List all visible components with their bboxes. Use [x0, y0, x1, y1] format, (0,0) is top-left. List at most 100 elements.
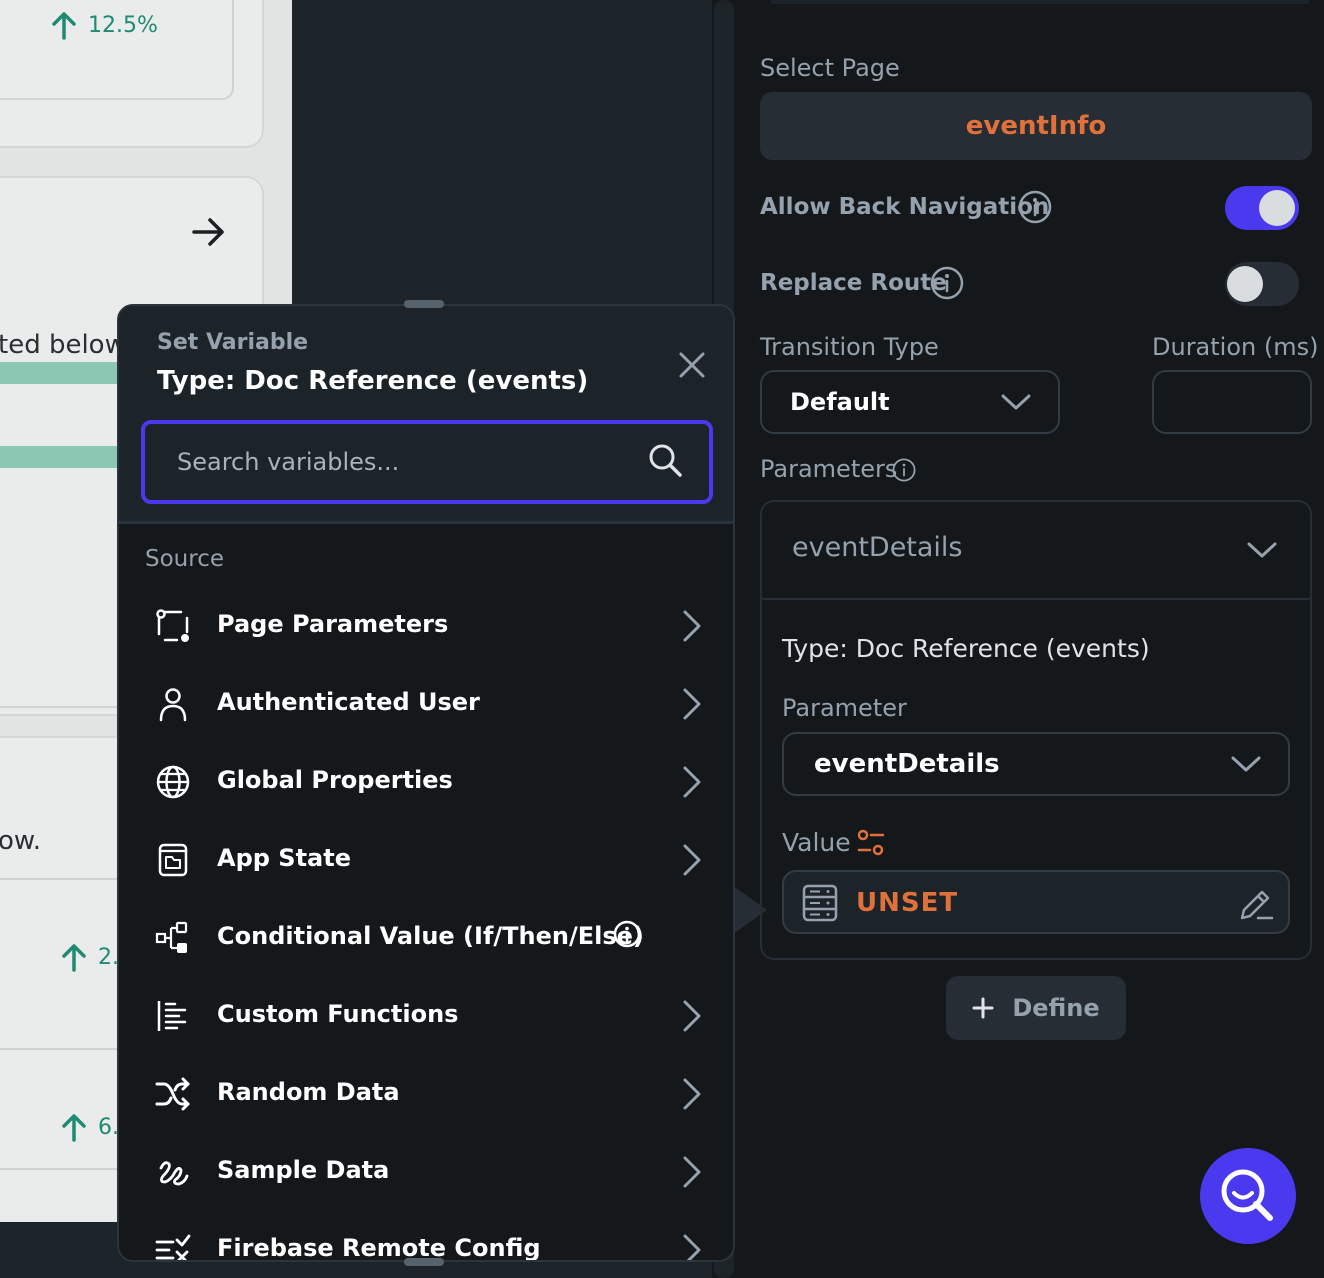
search-chat-icon [1221, 1169, 1273, 1221]
popup-drag-handle-bottom[interactable] [404, 1258, 444, 1266]
define-button-label: Define [1012, 994, 1100, 1022]
chevron-right-icon [683, 610, 701, 642]
parameter-type-text: Type: Doc Reference (events) [782, 634, 1150, 663]
search-box [141, 420, 713, 504]
parameter-dropdown[interactable]: eventDetails [782, 732, 1290, 796]
menu-item-label: Custom Functions [217, 1000, 459, 1028]
chevron-down-icon [1231, 756, 1261, 772]
page-parameters-icon [156, 609, 189, 642]
arrow-up-icon [62, 1114, 86, 1142]
menu-item-firebase-remote-config[interactable]: Firebase Remote Config [119, 1212, 733, 1262]
transition-type-dropdown[interactable]: Default [760, 370, 1060, 434]
menu-item-label: Authenticated User [217, 688, 480, 716]
globe-icon [156, 765, 190, 799]
search-input[interactable] [177, 444, 617, 480]
menu-item-authenticated-user[interactable]: Authenticated User [119, 666, 733, 744]
stat-increase: 6. [60, 1112, 119, 1142]
chevron-right-icon [683, 688, 701, 720]
menu-item-label: App State [217, 844, 351, 872]
menu-item-label: Conditional Value (If/Then/Else) [217, 922, 644, 950]
popup-drag-handle-top[interactable] [404, 300, 444, 308]
stat-value: 6. [98, 1114, 119, 1140]
popup-subtitle: Set Variable [157, 330, 309, 355]
allow-back-navigation-toggle[interactable] [1225, 186, 1299, 230]
menu-item-label: Random Data [217, 1078, 400, 1106]
info-icon[interactable] [892, 458, 916, 482]
page-selector[interactable]: eventInfo [760, 92, 1312, 160]
stat-increase: 12.5% [50, 10, 158, 40]
info-icon[interactable] [613, 920, 641, 948]
menu-item-app-state[interactable]: App State [119, 822, 733, 900]
popup-header: Set Variable Type: Doc Reference (events… [119, 306, 733, 524]
edit-icon[interactable] [1238, 886, 1274, 922]
plus-icon [972, 997, 994, 1019]
transition-type-value: Default [790, 388, 890, 416]
chevron-down-icon [1247, 542, 1277, 558]
define-button[interactable]: Define [946, 976, 1126, 1040]
app-state-icon [158, 843, 188, 877]
database-icon [802, 884, 838, 922]
canvas-text: ow. [0, 826, 42, 856]
menu-item-label: Sample Data [217, 1156, 390, 1184]
parameters-label: Parameters [760, 455, 898, 483]
search-icon[interactable] [647, 442, 683, 478]
chevron-down-icon [1001, 394, 1031, 410]
stat-value: 12.5% [88, 12, 158, 38]
arrow-right-icon[interactable] [190, 214, 226, 250]
menu-item-random-data[interactable]: Random Data [119, 1056, 733, 1134]
divider [0, 1048, 120, 1050]
menu-item-page-parameters[interactable]: Page Parameters [119, 588, 733, 666]
custom-functions-icon [157, 1001, 187, 1031]
duration-input[interactable] [1152, 370, 1312, 434]
chevron-right-icon [683, 1078, 701, 1110]
panel-top-edge [770, 0, 1310, 4]
chevron-right-icon [683, 1000, 701, 1032]
stat-value: 2. [98, 944, 119, 970]
toggle-knob [1227, 266, 1263, 302]
parameter-group-name: eventDetails [792, 532, 963, 563]
arrow-up-icon [62, 944, 86, 972]
user-icon [159, 688, 187, 722]
info-icon[interactable] [1018, 190, 1052, 224]
menu-item-label: Firebase Remote Config [217, 1234, 541, 1262]
menu-item-label: Page Parameters [217, 610, 449, 638]
info-icon[interactable] [930, 266, 964, 300]
progress-bar [0, 446, 120, 468]
duration-label: Duration (ms) [1152, 333, 1319, 361]
set-variable-popup: Set Variable Type: Doc Reference (events… [117, 304, 735, 1262]
menu-item-sample-data[interactable]: Sample Data [119, 1134, 733, 1212]
menu-item-label: Global Properties [217, 766, 453, 794]
replace-route-toggle[interactable] [1225, 262, 1299, 306]
parameter-label: Parameter [782, 694, 907, 722]
source-label: Source [145, 546, 224, 572]
conditional-icon [155, 921, 188, 953]
close-icon[interactable] [677, 350, 707, 380]
parameter-value: eventDetails [814, 749, 1000, 779]
chevron-right-icon [683, 844, 701, 876]
variable-options-icon[interactable] [856, 828, 886, 858]
transition-type-label: Transition Type [760, 333, 939, 361]
replace-route-label: Replace Route [760, 270, 947, 296]
value-field[interactable]: UNSET [782, 870, 1290, 934]
allow-back-navigation-label: Allow Back Navigation [760, 194, 1050, 220]
shuffle-icon [155, 1077, 190, 1111]
popup-title: Type: Doc Reference (events) [157, 366, 589, 396]
parameter-group-header[interactable]: eventDetails [762, 502, 1310, 600]
menu-item-global-properties[interactable]: Global Properties [119, 744, 733, 822]
menu-item-custom-functions[interactable]: Custom Functions [119, 978, 733, 1056]
divider [0, 878, 120, 880]
value-label: Value [782, 828, 851, 857]
remote-config-icon [155, 1234, 191, 1260]
divider [0, 706, 120, 708]
chevron-right-icon [683, 1234, 701, 1260]
select-page-label: Select Page [760, 54, 900, 82]
stat-increase: 2. [60, 942, 119, 972]
search-help-button[interactable] [1200, 1148, 1296, 1244]
sample-data-icon [159, 1161, 189, 1186]
toggle-knob [1259, 190, 1295, 226]
selected-page-name: eventInfo [965, 111, 1107, 141]
menu-item-conditional-value[interactable]: Conditional Value (If/Then/Else) [119, 900, 733, 978]
chevron-right-icon [683, 766, 701, 798]
divider [0, 1168, 120, 1170]
popup-pointer [733, 886, 767, 934]
